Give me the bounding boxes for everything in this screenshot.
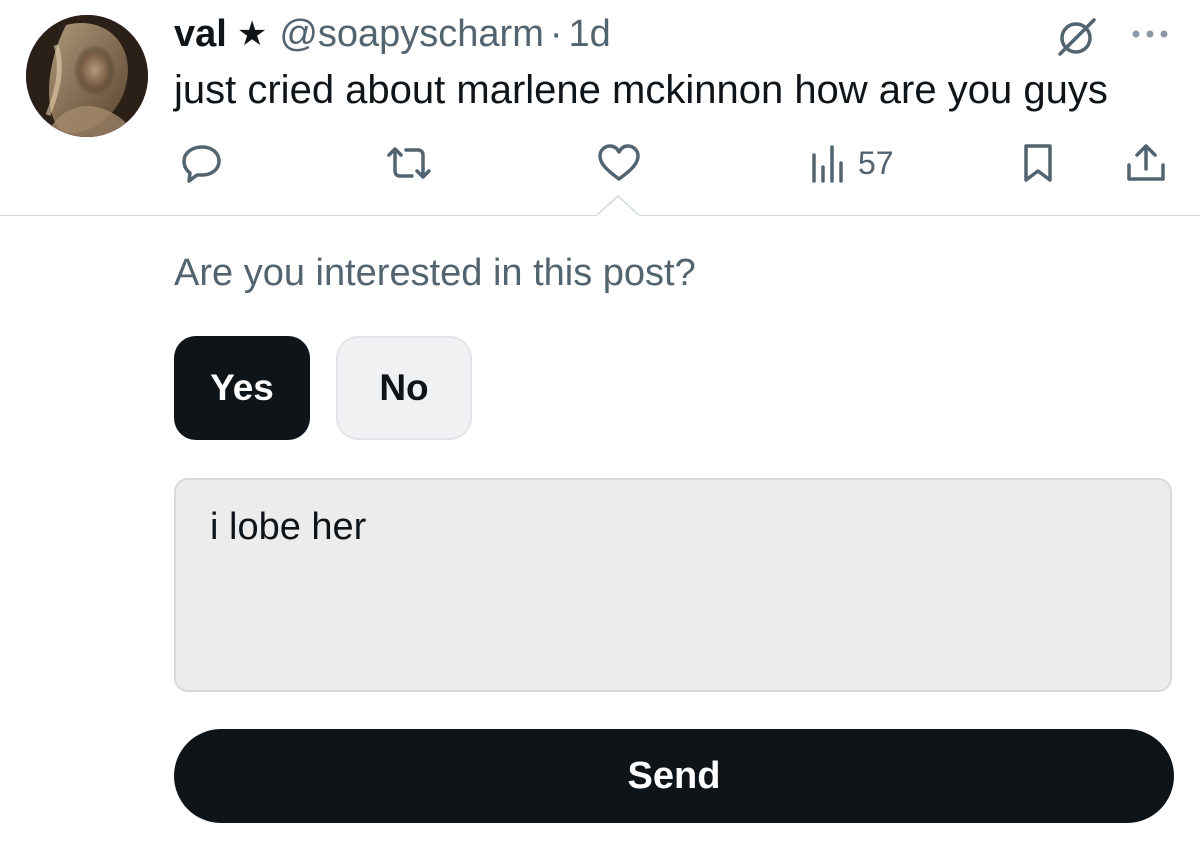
tweet-actions: 57	[174, 138, 1174, 188]
views-button[interactable]: 57	[808, 138, 894, 188]
grok-icon[interactable]	[1056, 16, 1098, 58]
reply-button[interactable]	[180, 138, 224, 188]
bookmark-button[interactable]	[1020, 138, 1056, 188]
pointer-caret	[595, 194, 641, 218]
send-button[interactable]: Send	[174, 729, 1174, 823]
views-icon	[812, 145, 843, 183]
retweet-button[interactable]	[384, 138, 434, 188]
share-icon	[1127, 144, 1165, 181]
like-icon	[598, 144, 640, 181]
bookmark-icon	[1024, 144, 1052, 182]
star-icon: ★	[236, 15, 268, 53]
views-count: 57	[858, 144, 894, 181]
like-button[interactable]	[596, 138, 642, 188]
feedback-input[interactable]	[174, 478, 1172, 692]
separator: ·	[549, 12, 563, 55]
yes-button[interactable]: Yes	[174, 336, 310, 440]
display-name[interactable]: val	[174, 13, 227, 56]
timestamp[interactable]: 1d	[569, 13, 611, 56]
share-button[interactable]	[1124, 138, 1168, 188]
profile-photo	[26, 15, 148, 137]
reply-icon	[182, 145, 221, 183]
more-icon[interactable]	[1128, 22, 1172, 46]
tweet-text: just cried about marlene mckinnon how ar…	[174, 68, 1108, 112]
survey-question: Are you interested in this post?	[174, 252, 696, 294]
retweet-icon	[387, 147, 431, 179]
avatar[interactable]	[26, 15, 148, 137]
user-handle[interactable]: @soapyscharm	[279, 13, 544, 56]
no-button[interactable]: No	[336, 336, 472, 440]
tweet-header: val ★ @soapyscharm · 1d	[174, 10, 611, 58]
